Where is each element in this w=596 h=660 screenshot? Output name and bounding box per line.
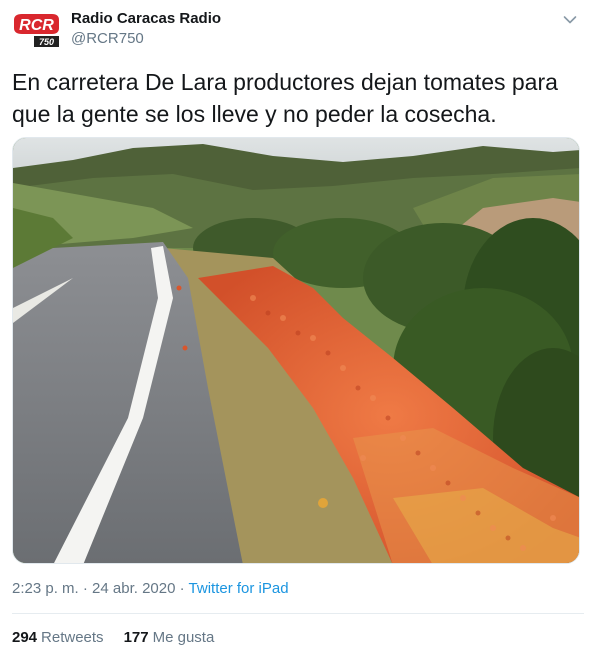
svg-text:750: 750 [39, 37, 54, 47]
retweets-stat[interactable]: 294 Retweets [12, 629, 104, 646]
more-options-caret[interactable] [560, 10, 580, 30]
tweet-date[interactable]: 24 abr. 2020 [92, 580, 175, 597]
likes-count: 177 [123, 629, 149, 646]
retweets-count: 294 [12, 629, 38, 646]
avatar[interactable]: RCR 750 [12, 8, 61, 52]
tweet-time[interactable]: 2:23 p. m. [12, 580, 79, 597]
tweet-text: En carretera De Lara productores dejan t… [12, 69, 558, 127]
tweet-stats: 294 Retweets 177 Me gusta [12, 629, 214, 646]
tweet-source-link[interactable]: Twitter for iPad [189, 580, 289, 597]
photo-roadside-tomatoes-icon [13, 138, 579, 563]
likes-label: Me gusta [152, 629, 215, 646]
divider [12, 613, 584, 614]
likes-stat[interactable]: 177 Me gusta [124, 629, 215, 646]
tweet-header: RCR 750 Radio Caracas Radio @RCR750 [12, 8, 584, 52]
display-name[interactable]: Radio Caracas Radio [71, 10, 221, 27]
tweet-meta: 2:23 p. m. · 24 abr. 2020 · Twitter for … [12, 580, 289, 597]
tweet-card: RCR 750 Radio Caracas Radio @RCR750 En c… [0, 0, 596, 660]
meta-separator: · [175, 580, 189, 597]
tweet-photo[interactable] [12, 137, 580, 564]
meta-separator: · [78, 580, 93, 597]
svg-text:RCR: RCR [19, 17, 54, 34]
chevron-down-icon [563, 16, 577, 24]
retweets-label: Retweets [41, 629, 104, 646]
user-handle[interactable]: @RCR750 [71, 30, 144, 47]
rcr-logo-icon: RCR 750 [12, 8, 61, 52]
